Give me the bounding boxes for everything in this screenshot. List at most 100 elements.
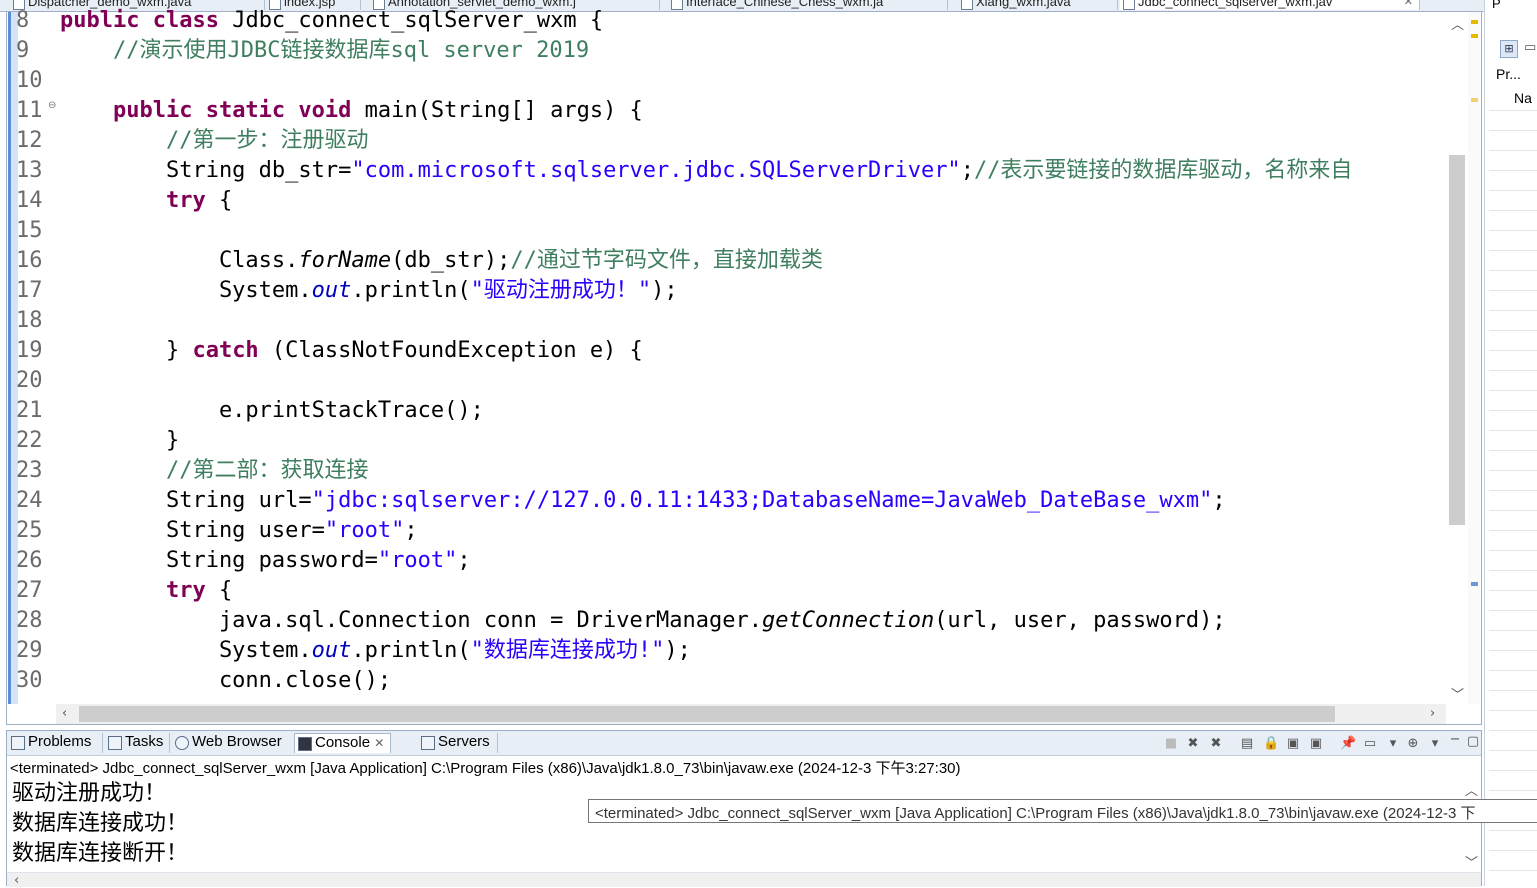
clear-console-icon[interactable]: ▤ bbox=[1240, 737, 1254, 751]
java-file-icon bbox=[671, 0, 683, 10]
tab-web-browser[interactable]: Web Browser bbox=[172, 733, 282, 753]
line-number: 26 bbox=[16, 548, 43, 573]
tab-tasks[interactable]: Tasks bbox=[105, 733, 163, 753]
code-line-27: try { bbox=[165, 578, 233, 603]
java-file-icon bbox=[1123, 0, 1135, 10]
code-line-17: System.out.println("驱动注册成功！"); bbox=[60, 278, 678, 303]
maximize-view-icon[interactable]: ▢ bbox=[1466, 735, 1480, 749]
close-icon[interactable]: ✕ bbox=[1404, 0, 1413, 8]
line-number: 17 bbox=[16, 278, 43, 303]
servers-icon bbox=[421, 736, 435, 750]
line-number: 18 bbox=[16, 308, 43, 333]
java-file-icon bbox=[961, 0, 973, 10]
overview-ruler bbox=[1468, 12, 1480, 704]
display-console-icon[interactable]: ▭ bbox=[1363, 737, 1377, 751]
close-icon[interactable]: ✕ bbox=[374, 736, 384, 750]
code-line-26: String password="root"; bbox=[60, 548, 471, 573]
warning-marker[interactable] bbox=[1471, 98, 1478, 102]
code-line-30: conn.close(); bbox=[60, 668, 392, 693]
console-icon bbox=[298, 737, 312, 751]
scroll-right-icon[interactable]: › bbox=[1430, 706, 1435, 721]
open-console-dropdown-icon[interactable]: ▾ bbox=[1428, 737, 1442, 751]
code-line-11: public static void main(String[] args) { bbox=[112, 98, 643, 123]
editor-horizontal-scroll-thumb[interactable] bbox=[79, 706, 1335, 722]
warning-marker[interactable] bbox=[1471, 20, 1478, 24]
scroll-left-icon[interactable]: ‹ bbox=[62, 706, 67, 721]
status-tooltip: <terminated> Jdbc_connect_sqlServer_wxm … bbox=[588, 799, 1537, 823]
line-number: 24 bbox=[16, 488, 43, 513]
word-wrap-icon[interactable]: ▣ bbox=[1286, 737, 1300, 751]
hierarchy-icon[interactable]: ⊞ bbox=[1500, 40, 1518, 58]
line-number: 23 bbox=[16, 458, 43, 483]
code-line-12: //第一步：注册驱动 bbox=[60, 128, 369, 153]
code-line-13: String db_str="com.microsoft.sqlserver.j… bbox=[60, 158, 1353, 183]
code-line-29: System.out.println("数据库连接成功!"); bbox=[60, 638, 691, 663]
code-line-9: //演示使用JDBC链接数据库sql server 2019 bbox=[60, 38, 590, 63]
tab-console[interactable]: Console ✕ bbox=[294, 733, 392, 753]
editor-vertical-scroll-thumb[interactable] bbox=[1449, 155, 1465, 525]
code-line-22: } bbox=[60, 428, 180, 453]
scroll-lock-icon[interactable]: 🔒 bbox=[1263, 737, 1279, 751]
editor-tab-label: Jdbc_connect_sqlserver_wxm.jav bbox=[1138, 0, 1333, 9]
code-line-24: String url="jdbc:sqlserver://127.0.0.11:… bbox=[60, 488, 1226, 513]
line-number: 30 bbox=[16, 668, 43, 693]
code-line-8: public class Jdbc_connect_sqlServer_wxm … bbox=[60, 8, 604, 33]
console-status: <terminated> Jdbc_connect_sqlServer_wxm … bbox=[10, 760, 961, 777]
line-number: 25 bbox=[16, 518, 43, 543]
globe-icon bbox=[175, 736, 189, 750]
scroll-up-icon[interactable]: ︿ bbox=[1465, 780, 1478, 799]
minimize-icon[interactable]: ▭ bbox=[1524, 40, 1536, 55]
tasks-icon bbox=[108, 736, 122, 750]
editor-tab-label: Xiang_wxm.java bbox=[976, 0, 1071, 9]
code-line-25: String user="root"; bbox=[60, 518, 418, 543]
scroll-down-icon[interactable]: ﹀ bbox=[1465, 852, 1478, 871]
editor-tab[interactable]: Jdbc_connect_sqlserver_wxm.jav ✕ bbox=[1120, 0, 1420, 10]
code-line-23: //第二部：获取连接 bbox=[60, 458, 369, 483]
line-number: 28 bbox=[16, 608, 43, 633]
show-console-icon[interactable]: ▣ bbox=[1309, 737, 1323, 751]
line-number: 9 bbox=[16, 38, 30, 63]
line-number: 19 bbox=[16, 338, 43, 363]
line-number: 11 bbox=[16, 98, 43, 123]
line-number: 14 bbox=[16, 188, 43, 213]
pin-console-icon[interactable]: 📌 bbox=[1340, 737, 1356, 751]
console-horizontal-scrollbar[interactable] bbox=[7, 872, 1481, 887]
panel-label: P bbox=[1492, 0, 1501, 11]
remove-launch-icon[interactable]: ✖ bbox=[1186, 737, 1200, 751]
line-number: 13 bbox=[16, 158, 43, 183]
tab-servers[interactable]: Servers bbox=[418, 733, 490, 753]
editor-tab[interactable]: Xiang_wxm.java bbox=[958, 0, 1118, 10]
line-number: 12 bbox=[16, 128, 43, 153]
editor-tab[interactable]: Interface_Chinese_Chess_wxm.ja bbox=[668, 0, 948, 10]
display-console-dropdown-icon[interactable]: ▾ bbox=[1386, 737, 1400, 751]
line-number: 10 bbox=[16, 68, 43, 93]
line-number: 16 bbox=[16, 248, 43, 273]
name-column-header: Na bbox=[1514, 90, 1532, 106]
project-explorer-label[interactable]: Pr... bbox=[1496, 66, 1521, 82]
problems-icon bbox=[11, 736, 25, 750]
code-line-14: try { bbox=[165, 188, 233, 213]
editor-tab-label: Interface_Chinese_Chess_wxm.ja bbox=[686, 0, 884, 9]
open-console-icon[interactable]: ⊕ bbox=[1406, 737, 1420, 751]
line-number: 21 bbox=[16, 398, 43, 423]
code-line-21: e.printStackTrace(); bbox=[60, 398, 484, 423]
occurrence-marker[interactable] bbox=[1471, 582, 1478, 586]
remove-all-terminated-icon[interactable]: ✖ bbox=[1209, 737, 1223, 751]
console-output-line: 数据库连接断开！ bbox=[12, 841, 189, 866]
scroll-down-icon[interactable]: ﹀ bbox=[1451, 684, 1464, 703]
line-number: 29 bbox=[16, 638, 43, 663]
line-number: 27 bbox=[16, 578, 43, 603]
tab-problems[interactable]: Problems bbox=[8, 733, 91, 753]
line-number: 22 bbox=[16, 428, 43, 453]
scroll-up-icon[interactable]: ︿ bbox=[1451, 14, 1464, 33]
code-line-16: Class.forName(db_str);//通过节字码文件，直接加载类 bbox=[60, 248, 823, 273]
minimize-view-icon[interactable]: − bbox=[1448, 733, 1462, 747]
code-line-28: java.sql.Connection conn = DriverManager… bbox=[60, 608, 1226, 633]
terminate-icon[interactable]: ■ bbox=[1164, 737, 1178, 751]
fold-collapse-icon[interactable]: ⊖ bbox=[48, 100, 56, 111]
console-output-line: 驱动注册成功！ bbox=[12, 781, 167, 806]
code-line-19: } catch (ClassNotFoundException e) { bbox=[60, 338, 643, 363]
warning-marker[interactable] bbox=[1471, 34, 1478, 38]
line-number: 8 bbox=[16, 8, 30, 33]
line-number: 15 bbox=[16, 218, 43, 243]
